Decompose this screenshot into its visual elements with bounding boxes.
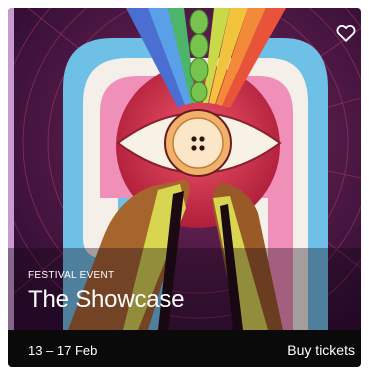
event-category: FESTIVAL EVENT bbox=[28, 270, 115, 281]
favorite-button[interactable] bbox=[335, 22, 357, 44]
buy-tickets-button[interactable]: Buy tickets bbox=[287, 342, 355, 358]
card-footer: 13 – 17 Feb Buy tickets bbox=[8, 330, 361, 367]
event-title[interactable]: The Showcase bbox=[28, 286, 185, 314]
heart-outline-icon bbox=[336, 24, 356, 42]
event-card[interactable]: FESTIVAL EVENT The Showcase 13 – 17 Feb … bbox=[8, 8, 361, 367]
event-artwork bbox=[8, 8, 361, 330]
event-dates: 13 – 17 Feb bbox=[28, 343, 98, 358]
